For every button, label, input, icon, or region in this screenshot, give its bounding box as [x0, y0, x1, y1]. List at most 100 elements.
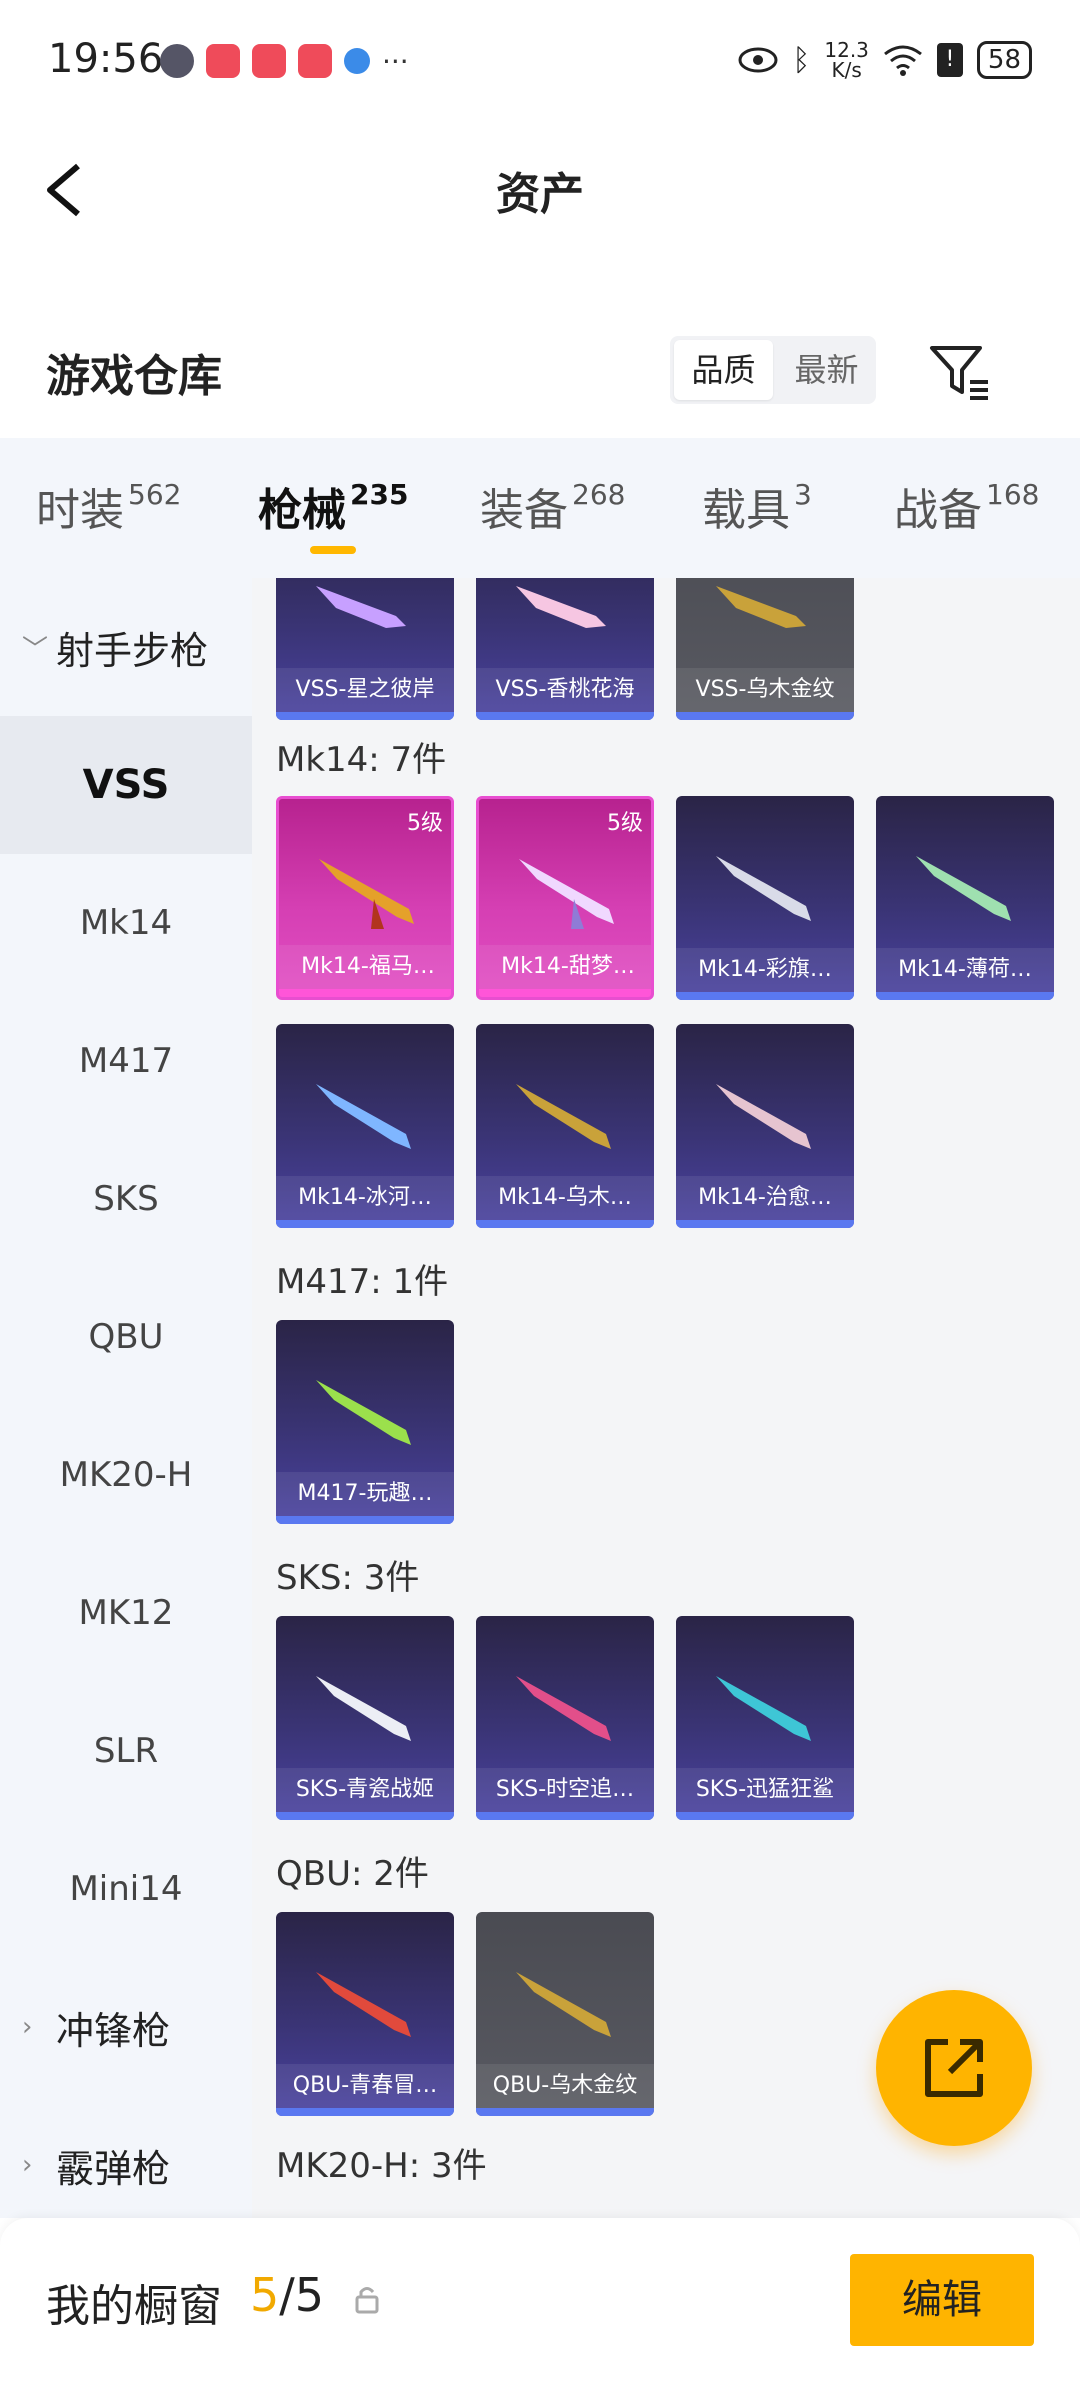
weapon-card[interactable]: Mk14-彩旗… — [676, 796, 854, 1000]
chevron-down-icon: ﹀ — [22, 634, 49, 665]
weapon-name: QBU-青春冒… — [276, 2064, 454, 2108]
share-fab[interactable] — [876, 1990, 1032, 2146]
rarity-bar — [276, 1516, 454, 1524]
weapon-name: Mk14-甜梦… — [479, 945, 651, 989]
weapon-card[interactable]: 5级 Mk14-甜梦… — [476, 796, 654, 1000]
filter-button[interactable] — [924, 336, 994, 406]
sidebar-item-slr[interactable]: SLR — [0, 1682, 252, 1820]
tab-guns[interactable]: 枪械 235 — [258, 474, 408, 538]
sort-toggle: 品质 最新 — [670, 336, 876, 404]
sidebar-item-sks[interactable]: SKS — [0, 1130, 252, 1268]
weapon-name: VSS-乌木金纹 — [676, 668, 854, 712]
weapon-card[interactable]: SKS-迅猛狂鲨 — [676, 1616, 854, 1820]
showcase-label: 我的橱窗 — [46, 2281, 222, 2332]
shopping-bag-icon — [206, 44, 240, 78]
rifle-icon — [716, 856, 811, 921]
sidebar-item-vss[interactable]: VSS — [0, 716, 252, 854]
sidebar-item-mk20h[interactable]: MK20-H — [0, 1406, 252, 1544]
rarity-bar — [479, 989, 651, 997]
weapon-card[interactable]: SKS-时空追… — [476, 1616, 654, 1820]
weapon-card[interactable]: Mk14-冰河… — [276, 1024, 454, 1228]
weapon-name: Mk14-乌木… — [476, 1176, 654, 1220]
sidebar-item-mk14[interactable]: Mk14 — [0, 854, 252, 992]
rifle-icon — [516, 1972, 611, 2037]
shopping-bag-icon — [298, 44, 332, 78]
rarity-bar — [876, 992, 1054, 1000]
rifle-icon — [716, 1084, 811, 1149]
weapon-name: SKS-时空追… — [476, 1768, 654, 1812]
chevron-right-icon: › — [22, 2012, 33, 2042]
rifle-icon — [316, 1084, 411, 1149]
rarity-bar — [276, 2108, 454, 2116]
group-label-qbu: QBU: 2件 — [276, 1854, 429, 1894]
rifle-icon — [916, 856, 1011, 921]
group-label-sks: SKS: 3件 — [276, 1558, 420, 1598]
weapon-card[interactable]: M417-玩趣… — [276, 1320, 454, 1524]
rarity-bar — [276, 1220, 454, 1228]
status-right: ᛒ 12.3 K/s ! 58 — [738, 40, 1032, 80]
section-title: 游戏仓库 — [46, 351, 222, 402]
weapon-name: QBU-乌木金纹 — [476, 2064, 654, 2108]
weapon-name: Mk14-治愈… — [676, 1176, 854, 1220]
rarity-bar — [476, 1220, 654, 1228]
rifle-icon — [316, 1676, 411, 1741]
sidebar-item-mini14[interactable]: Mini14 — [0, 1820, 252, 1958]
more-dots-icon: ··· — [382, 44, 409, 78]
weapon-card[interactable]: VSS-乌木金纹 — [676, 578, 854, 720]
sort-option-quality[interactable]: 品质 — [674, 340, 773, 400]
weapon-card[interactable]: QBU-青春冒… — [276, 1912, 454, 2116]
weapon-card[interactable]: 5级 Mk14-福马… — [276, 796, 454, 1000]
sidebar-item-qbu[interactable]: QBU — [0, 1268, 252, 1406]
sidebar-item-mk12[interactable]: MK12 — [0, 1544, 252, 1682]
rarity-bar — [476, 2108, 654, 2116]
weapon-name: VSS-星之彼岸 — [276, 668, 454, 712]
weapon-card[interactable]: Mk14-薄荷… — [876, 796, 1054, 1000]
weapon-card[interactable]: VSS-香桃花海 — [476, 578, 654, 720]
rarity-bar — [276, 1812, 454, 1820]
weapon-name: Mk14-冰河… — [276, 1176, 454, 1220]
group-label-mk14: Mk14: 7件 — [276, 740, 447, 780]
rarity-bar — [676, 992, 854, 1000]
bluetooth-icon: ᛒ — [792, 42, 811, 78]
net-speed: 12.3 K/s — [824, 38, 869, 82]
edit-button[interactable]: 编辑 — [850, 2254, 1034, 2346]
lock-icon — [355, 2287, 379, 2314]
weapon-card[interactable]: Mk14-治愈… — [676, 1024, 854, 1228]
rifle-icon — [716, 1676, 811, 1741]
sort-option-latest[interactable]: 最新 — [777, 336, 876, 404]
group-label-m417: M417: 1件 — [276, 1262, 449, 1302]
rifle-icon — [316, 1380, 411, 1445]
status-bar: 19:56 ··· ᛒ 12.3 K/s ! 58 — [0, 0, 1080, 120]
weapon-card[interactable]: Mk14-乌木… — [476, 1024, 654, 1228]
sidebar-group-marksman[interactable]: ﹀ 射手步枪 — [0, 578, 252, 716]
external-link-icon — [925, 2039, 983, 2097]
weapon-name: SKS-迅猛狂鲨 — [676, 1768, 854, 1812]
rarity-bar — [676, 1220, 854, 1228]
battery-indicator: 58 — [976, 41, 1032, 79]
rifle-icon — [519, 859, 614, 929]
rarity-bar — [476, 1812, 654, 1820]
status-time: 19:56 — [48, 36, 164, 82]
tab-vehicles[interactable]: 载具 3 — [702, 474, 812, 538]
group-label-mk20h: MK20-H: 3件 — [276, 2146, 487, 2186]
weapon-grid: VSS-星之彼岸 VSS-香桃花海 VSS-乌木金纹 Mk14: 7件 5级 M… — [252, 578, 1080, 2218]
tab-supplies[interactable]: 战备 168 — [894, 474, 1039, 538]
rifle-icon — [316, 1972, 411, 2037]
wifi-icon — [883, 45, 922, 76]
rifle-icon — [316, 586, 406, 628]
rarity-bar — [476, 712, 654, 720]
tab-equipment[interactable]: 装备 268 — [480, 474, 625, 538]
sidebar-group-shotgun[interactable]: › 霰弹枪 — [0, 2096, 252, 2218]
sidebar-item-m417[interactable]: M417 — [0, 992, 252, 1130]
filter-icon — [930, 346, 988, 400]
weapon-card[interactable]: QBU-乌木金纹 — [476, 1912, 654, 2116]
weapon-card[interactable]: VSS-星之彼岸 — [276, 578, 454, 720]
page-title: 资产 — [496, 169, 584, 220]
bottom-bar: 我的橱窗 5/5 编辑 — [0, 2218, 1080, 2382]
weapon-card[interactable]: SKS-青瓷战姬 — [276, 1616, 454, 1820]
app-avatar-icon — [160, 44, 194, 78]
browser-icon — [344, 48, 370, 74]
sidebar-group-smg[interactable]: › 冲锋枪 — [0, 1958, 252, 2096]
tab-fashion[interactable]: 时装 562 — [36, 474, 181, 538]
showcase-count: 5/5 — [250, 2268, 325, 2322]
